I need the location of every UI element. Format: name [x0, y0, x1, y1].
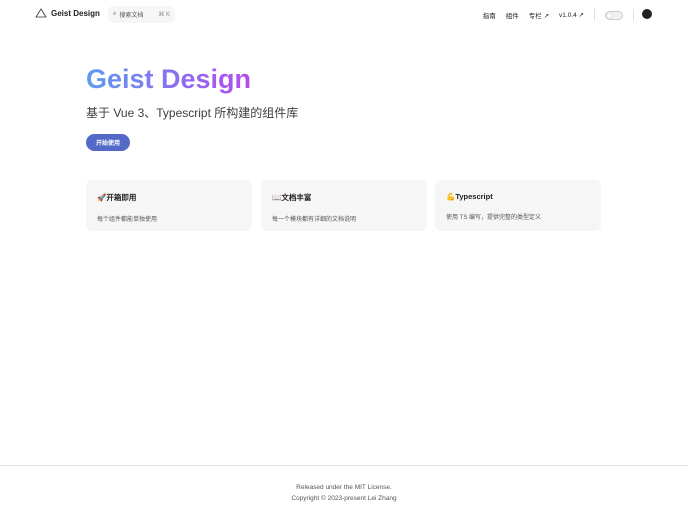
feature-desc: 使用 TS 编写，提供完整的类型定义 [446, 215, 542, 221]
nav-link-components[interactable]: 组件 [506, 10, 519, 20]
nav-link-column[interactable]: 专栏 ↗ [529, 10, 549, 20]
divider [633, 9, 634, 21]
top-nav: Geist Design ⌕ 搜索文档 ⌘ K 指南 组件 专栏 ↗ v1.0.… [0, 0, 688, 29]
footer-copyright: Copyright © 2023-present Lei Zhang [291, 495, 397, 502]
theme-toggle[interactable] [605, 10, 623, 20]
search-button[interactable]: ⌕ 搜索文档 ⌘ K [108, 6, 175, 23]
feature-card: 💪Typescript 使用 TS 编写，提供完整的类型定义 [435, 180, 601, 231]
feature-card: 📖文档丰富 每一个模块都有详细的文档说明 [261, 180, 427, 231]
search-icon: ⌕ [113, 11, 117, 17]
nav-link-version[interactable]: v1.0.4 ↗ [559, 11, 584, 19]
get-started-button[interactable]: 开始使用 [86, 134, 130, 151]
search-placeholder: 搜索文档 [119, 13, 144, 19]
feature-title: 🚀开箱即用 [97, 193, 137, 202]
footer: Released under the MIT License. Copyrigh… [0, 465, 688, 512]
brand-link[interactable]: Geist Design [35, 8, 100, 18]
github-icon[interactable] [642, 9, 652, 19]
brand-name: Geist Design [51, 8, 100, 18]
divider [594, 9, 595, 21]
footer-license: Released under the MIT License. [296, 484, 392, 491]
feature-card: 🚀开箱即用 每个组件都能单独使用 [86, 180, 252, 231]
feature-title: 📖文档丰富 [272, 193, 312, 202]
nav-link-guide[interactable]: 指南 [483, 10, 496, 20]
logo-icon [35, 8, 47, 18]
hero-title: Geist Design [86, 64, 252, 94]
feature-desc: 每一个模块都有详细的文档说明 [272, 217, 357, 223]
hero-tagline: 基于 Vue 3、Typescript 所构建的组件库 [86, 106, 299, 120]
search-shortcut: ⌘ K [158, 12, 170, 18]
feature-title: 💪Typescript [446, 192, 493, 201]
feature-desc: 每个组件都能单独使用 [97, 217, 158, 223]
